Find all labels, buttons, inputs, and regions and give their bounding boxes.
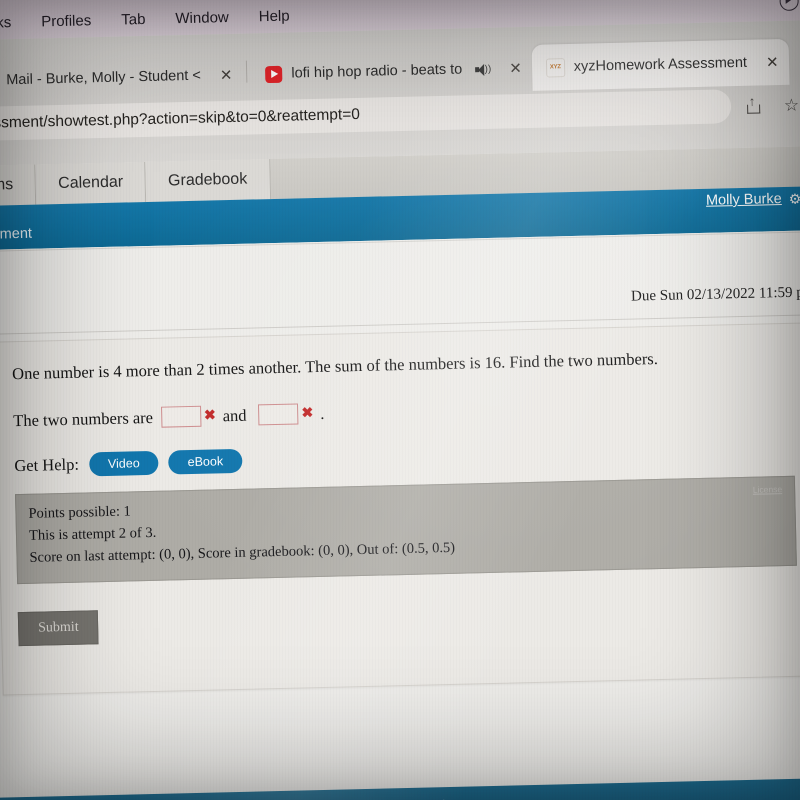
score-panel: License Points possible: 1 This is attem… <box>15 475 797 585</box>
screen-photo: arks Profiles Tab Window Help Mail - Bur… <box>0 0 800 800</box>
share-icon[interactable] <box>747 98 760 114</box>
menu-item-profiles[interactable]: Profiles <box>41 12 91 30</box>
user-name[interactable]: Molly Burke <box>706 191 782 209</box>
url-text: ssessment/showtest.php?action=skip&to=0&… <box>0 105 361 133</box>
submit-button[interactable]: Submit <box>17 610 100 647</box>
question-text: One number is 4 more than 2 times anothe… <box>11 348 659 384</box>
answer-input-2[interactable] <box>258 403 299 426</box>
gear-icon[interactable]: ⚙ <box>789 191 800 207</box>
youtube-icon <box>265 65 283 83</box>
browser-chrome: Mail - Burke, Molly - Student < ✕ lofi h… <box>0 19 800 167</box>
browser-tab-title: lofi hip hop radio - beats to <box>291 61 463 82</box>
sidebar-item-forums[interactable]: orums <box>0 164 37 207</box>
required-marker-1: ✖ <box>203 408 216 424</box>
menu-item-tab[interactable]: Tab <box>121 11 146 29</box>
help-video-button[interactable]: Video <box>88 450 159 477</box>
get-help-label: Get Help: <box>14 454 80 476</box>
menu-item-bookmarks[interactable]: arks <box>0 14 11 32</box>
web-page: orums Calendar Gradebook Molly Burke ⚙ s… <box>0 145 800 800</box>
control-center-icon[interactable] <box>779 0 799 12</box>
xyz-icon: XYZ <box>545 57 566 78</box>
answer-connector: and <box>222 405 247 425</box>
toolbar-icons: ☆ <box>731 95 800 114</box>
answer-prefix: The two numbers are <box>13 407 154 430</box>
star-icon[interactable]: ☆ <box>784 95 800 114</box>
question-card: One number is 4 more than 2 times anothe… <box>0 322 800 696</box>
tab-separator <box>246 60 248 83</box>
menubar-status-items <box>779 0 800 21</box>
help-ebook-button[interactable]: eBook <box>168 448 243 475</box>
assessment-content: Due Sun 02/13/2022 11:59 pm One number i… <box>0 229 800 799</box>
xyz-icon-label: XYZ <box>549 64 561 71</box>
get-help-row: Get Help: Video eBook <box>14 448 243 478</box>
due-date: Due Sun 02/13/2022 11:59 pm <box>630 284 800 305</box>
browser-tab-title: Mail - Burke, Molly - Student < <box>6 67 202 89</box>
tab-close-icon[interactable]: ✕ <box>220 66 233 83</box>
tab-close-icon[interactable]: ✕ <box>509 60 522 77</box>
mute-icon[interactable]: )) <box>475 62 491 75</box>
menu-item-window[interactable]: Window <box>175 9 229 27</box>
tab-close-icon[interactable]: ✕ <box>766 54 779 71</box>
menu-item-help[interactable]: Help <box>259 8 290 26</box>
browser-tab-title: xyzHomework Assessment <box>573 54 748 75</box>
answer-suffix: . <box>320 403 325 423</box>
required-marker-2: ✖ <box>301 406 314 422</box>
sidebar-item-gradebook[interactable]: Gradebook <box>145 159 271 202</box>
license-link[interactable]: License <box>753 484 783 495</box>
screen-contents: arks Profiles Tab Window Help Mail - Bur… <box>0 0 800 800</box>
user-menu[interactable]: Molly Burke ⚙ <box>706 191 800 209</box>
answer-input-1[interactable] <box>160 405 202 428</box>
sidebar-item-calendar[interactable]: Calendar <box>35 161 147 205</box>
answer-row: The two numbers are ✖ and ✖ . <box>13 403 325 431</box>
breadcrumb[interactable]: sessment <box>0 226 32 243</box>
